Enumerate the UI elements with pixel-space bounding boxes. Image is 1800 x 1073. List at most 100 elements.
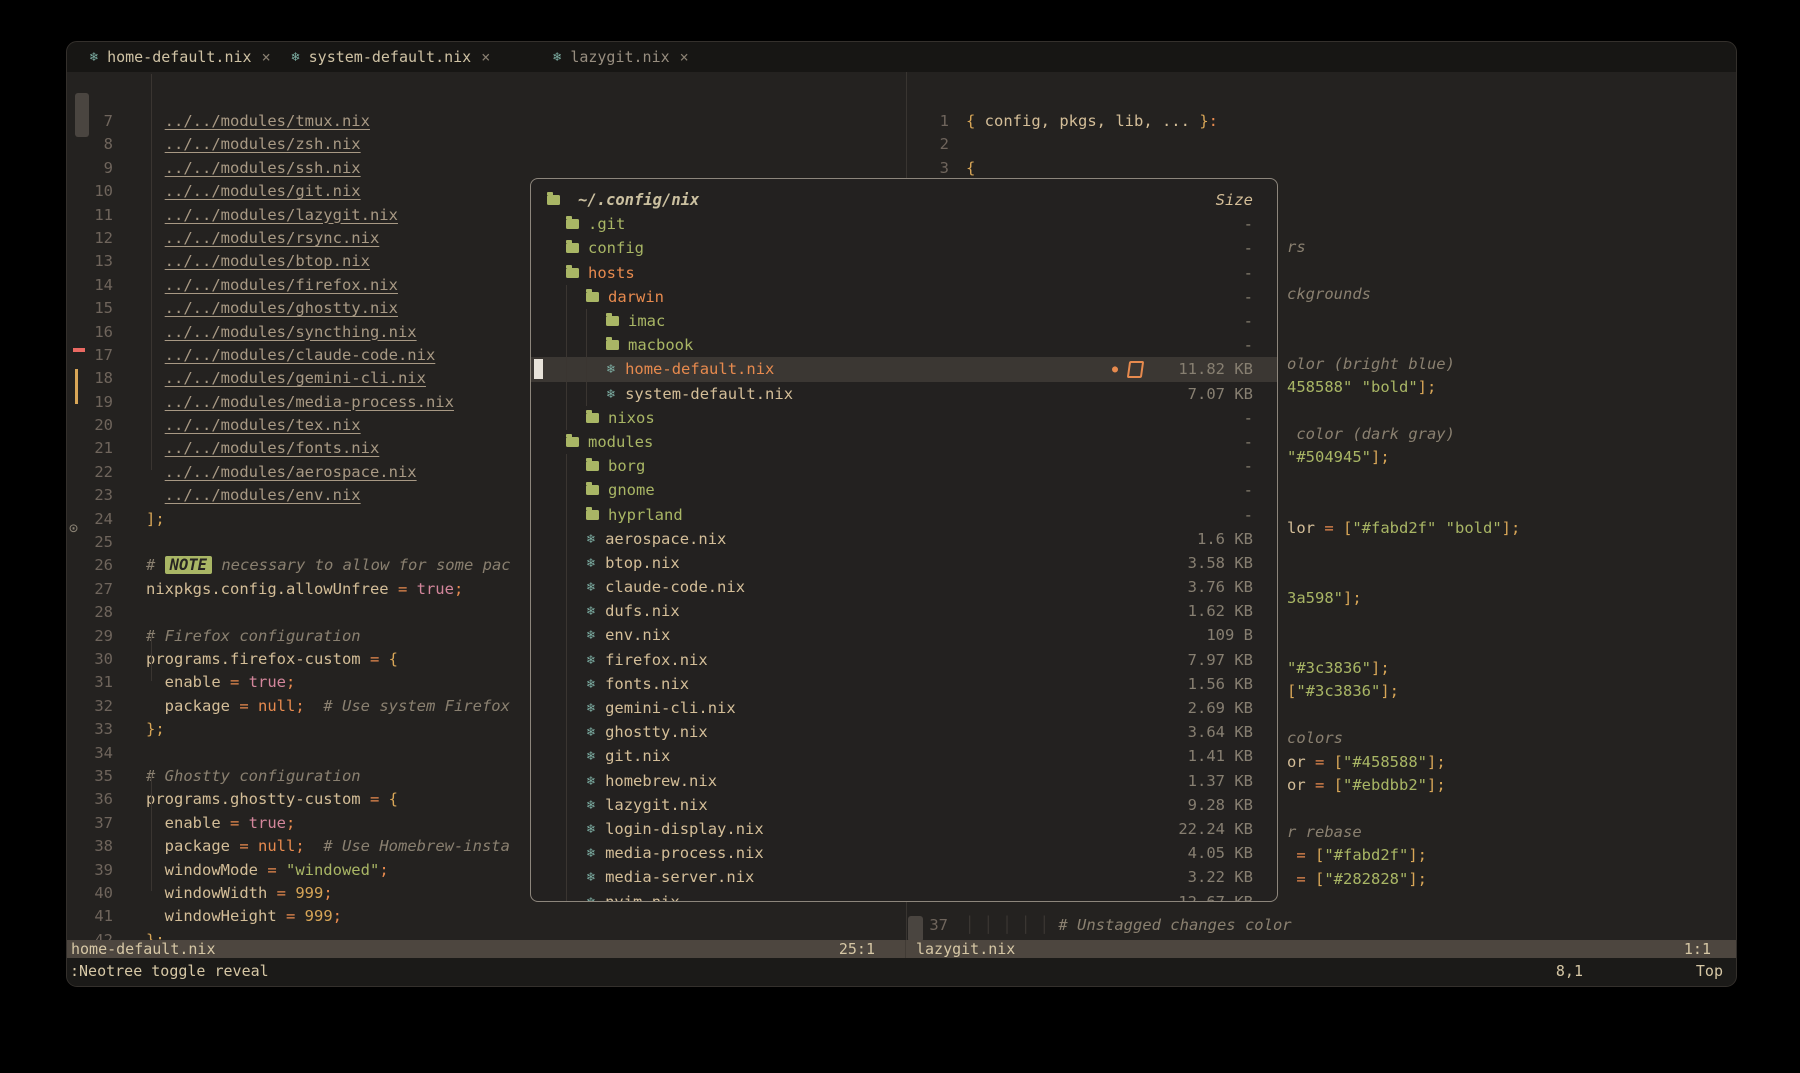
tree-item-borg[interactable]: borg - (531, 454, 1277, 478)
code-token (146, 252, 165, 270)
code-token: NOTE (165, 556, 212, 574)
tree-item-system-default.nix[interactable]: ❄system-default.nix7.07 KB (531, 382, 1277, 406)
tree-item-env.nix[interactable]: ❄env.nix109 B (531, 623, 1277, 647)
gitsign-changed (75, 369, 78, 404)
tree-item-name: home-default.nix (625, 360, 774, 378)
code-token: = (1287, 870, 1315, 888)
tree-item-modules[interactable]: modules- (531, 430, 1277, 454)
file-size: 3.76 KB (1149, 578, 1253, 596)
code-token: nixpkgs.config.allowUnfree (146, 580, 389, 598)
indent-guide (566, 769, 586, 793)
indent-guide (547, 599, 566, 623)
tree-item-nvim.nix[interactable]: ❄nvim.nix12.67 KB (531, 889, 1277, 902)
tree-item-gnome[interactable]: gnome- (531, 478, 1277, 502)
tree-item-dufs.nix[interactable]: ❄dufs.nix1.62 KB (531, 599, 1277, 623)
tree-item-hosts[interactable]: hosts- (531, 261, 1277, 285)
code-text: programs.firefox-custom = { (113, 648, 398, 671)
cmdline[interactable]: :Neotree toggle reveal 8,1 Top (67, 958, 1737, 986)
code-line-7[interactable]: 7 ../../modules/tmux.nix (67, 110, 906, 133)
tree-item-hyprland[interactable]: hyprland- (531, 502, 1277, 526)
nix-file-icon: ❄ (586, 798, 596, 812)
code-token: ../../modules/aerospace.nix (165, 463, 417, 481)
tree-item-name: macbook (628, 336, 693, 354)
code-line-r37[interactable]: 37│ │ │ │ │ # Unstagged changes color (906, 914, 1292, 937)
line-number: 23 (67, 484, 113, 507)
block-cursor (534, 359, 543, 379)
line-number: 39 (67, 859, 113, 882)
tree-item-lazygit.nix[interactable]: ❄lazygit.nix9.28 KB (531, 793, 1277, 817)
code-token: # Use Homebrew-insta (305, 837, 510, 855)
tree-item-firefox.nix[interactable]: ❄firefox.nix7.97 KB (531, 648, 1277, 672)
code-line-r2[interactable]: 2 (907, 133, 1737, 156)
code-token: { (389, 790, 398, 808)
code-token: [ (1287, 682, 1296, 700)
file-size: - (1149, 457, 1253, 475)
tree-item-config[interactable]: config- (531, 236, 1277, 260)
tree-item-git.nix[interactable]: ❄git.nix1.41 KB (531, 744, 1277, 768)
code-text: { config, pkgs, lib, ... }: (949, 110, 1218, 133)
code-fragment: = ["#fabd2f"]; (1287, 844, 1427, 867)
tree-item-name: borg (608, 457, 645, 475)
code-line-9[interactable]: 9 ../../modules/ssh.nix (67, 157, 906, 180)
tree-item-home-default.nix[interactable]: ❄home-default.nix●11.82 KB (531, 357, 1277, 381)
tree-item-gemini-cli.nix[interactable]: ❄gemini-cli.nix2.69 KB (531, 696, 1277, 720)
tree-item-name: media-process.nix (605, 844, 764, 862)
file-size: - (1149, 312, 1253, 330)
code-line-8[interactable]: 8 ../../modules/zsh.nix (67, 133, 906, 156)
code-token: = (221, 814, 249, 832)
tree-item-name: imac (628, 312, 665, 330)
tree-item-login-display.nix[interactable]: ❄login-display.nix22.24 KB (531, 817, 1277, 841)
code-token: true (249, 673, 286, 691)
close-icon[interactable]: × (680, 48, 689, 66)
statusline-right-segment: lazygit.nix 1:1 (906, 940, 1737, 958)
tree-item-name: gnome (608, 481, 655, 499)
tree-item-fonts.nix[interactable]: ❄fonts.nix1.56 KB (531, 672, 1277, 696)
tree-item-name: hosts (588, 264, 635, 282)
tree-item-claude-code.nix[interactable]: ❄claude-code.nix3.76 KB (531, 575, 1277, 599)
statusline-left-filename: home-default.nix (71, 940, 216, 958)
code-token: ; (379, 861, 388, 879)
tab-home-default.nix[interactable]: ❄home-default.nix× (79, 42, 281, 72)
tree-item-media-server.nix[interactable]: ❄media-server.nix3.22 KB (531, 865, 1277, 889)
tree-item-homebrew.nix[interactable]: ❄homebrew.nix1.37 KB (531, 769, 1277, 793)
tree-item-media-process.nix[interactable]: ❄media-process.nix4.05 KB (531, 841, 1277, 865)
indent-guide (547, 672, 566, 696)
neotree-root-row[interactable]: ~/.config/nix Size (531, 188, 1277, 212)
tree-item-.git[interactable]: .git- (531, 212, 1277, 236)
line-number: 15 (67, 297, 113, 320)
tree-item-name: lazygit.nix (605, 796, 708, 814)
tree-item-ghostty.nix[interactable]: ❄ghostty.nix3.64 KB (531, 720, 1277, 744)
tree-item-imac[interactable]: imac - (531, 309, 1277, 333)
code-line-r3[interactable]: 3{ (907, 157, 1737, 180)
code-token: "#458588" (1343, 753, 1427, 771)
indent-guide (586, 382, 606, 406)
close-icon[interactable]: × (262, 48, 271, 66)
code-line-r1[interactable]: 1{ config, pkgs, lib, ... }: (907, 110, 1737, 133)
indent-guide (566, 623, 586, 647)
cmdline-text: :Neotree toggle reveal (70, 958, 269, 984)
code-line-41[interactable]: 41 windowHeight = 999; (67, 905, 906, 928)
indent-guide (547, 454, 566, 478)
tree-item-name: modules (588, 433, 653, 451)
folder-icon (586, 413, 599, 423)
code-token: "#504945" (1287, 448, 1371, 466)
nix-file-icon: ❄ (586, 895, 596, 902)
folder-icon (566, 268, 579, 278)
tab-system-default.nix[interactable]: ❄system-default.nix× (281, 42, 501, 72)
tab-lazygit.nix[interactable]: ❄lazygit.nix× (542, 42, 698, 72)
tree-item-aerospace.nix[interactable]: ❄aerospace.nix1.6 KB (531, 527, 1277, 551)
tree-item-nixos[interactable]: nixos- (531, 406, 1277, 430)
gitsign-deleted (73, 348, 85, 352)
indent-guide (547, 889, 566, 902)
folder-icon (586, 461, 599, 471)
line-number: 8 (67, 133, 113, 156)
tree-item-darwin[interactable]: darwin- (531, 285, 1277, 309)
close-icon[interactable]: × (481, 48, 490, 66)
code-token: = (1315, 519, 1343, 537)
left-scrollbar-thumb[interactable] (75, 93, 89, 137)
tree-item-macbook[interactable]: macbook- (531, 333, 1277, 357)
code-token: ../../modules/gemini-cli.nix (165, 369, 426, 387)
tree-item-btop.nix[interactable]: ❄btop.nix3.58 KB (531, 551, 1277, 575)
statusline: home-default.nix 25:1 lazygit.nix 1:1 (67, 940, 1737, 958)
nix-file-icon: ❄ (586, 604, 596, 618)
